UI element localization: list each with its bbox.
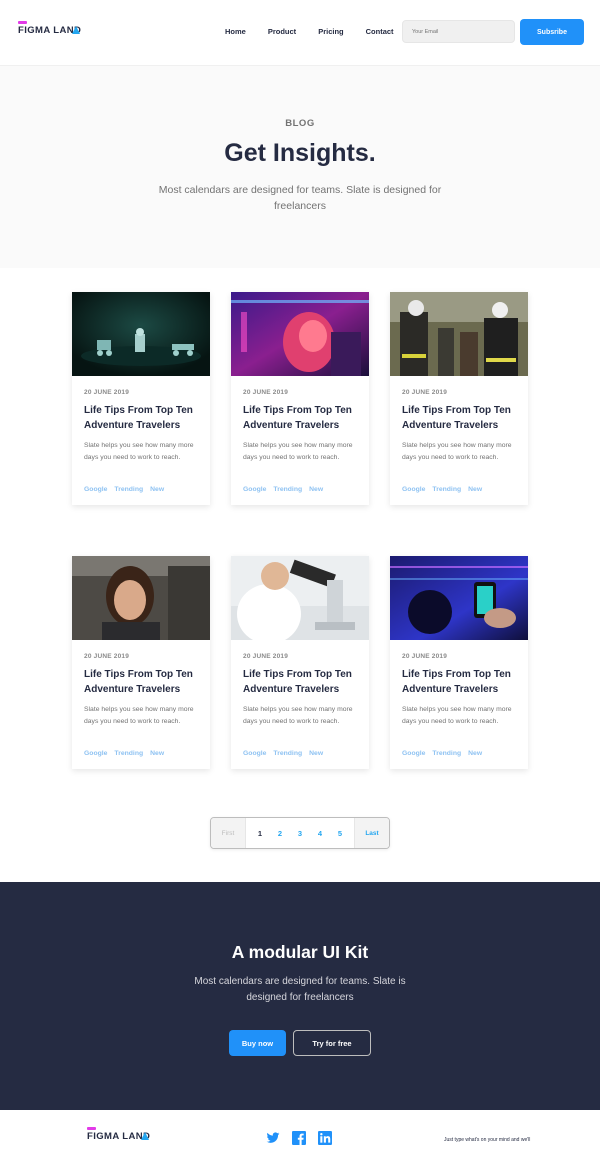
blog-card[interactable]: 20 JUNE 2019 Life Tips From Top Ten Adve…: [390, 556, 528, 769]
post-date: 20 JUNE 2019: [402, 653, 448, 660]
cta-section: A modular UI Kit Most calendars are desi…: [0, 882, 600, 1110]
post-image[interactable]: [390, 556, 528, 640]
pagination-pages: 1 2 3 4 5: [246, 818, 354, 848]
tag-link[interactable]: Google: [402, 486, 425, 493]
site-header: FIGMA LAND Home Product Pricing Contact …: [0, 0, 600, 65]
tag-link[interactable]: Google: [402, 750, 425, 757]
page-button-4[interactable]: 4: [318, 829, 322, 838]
tag-link[interactable]: New: [468, 486, 482, 493]
blog-card[interactable]: 20 JUNE 2019 Life Tips From Top Ten Adve…: [72, 292, 210, 505]
blog-card[interactable]: 20 JUNE 2019 Life Tips From Top Ten Adve…: [72, 556, 210, 769]
post-tags: Google Trending New: [243, 486, 330, 493]
page-title: Get Insights.: [224, 139, 376, 167]
cta-title: A modular UI Kit: [231, 942, 369, 962]
tag-link[interactable]: New: [150, 486, 164, 493]
footer-note: Just type what's on your mind and we'll: [444, 1137, 531, 1143]
email-field[interactable]: [402, 20, 515, 43]
logo-triangle-icon: [141, 1132, 149, 1140]
post-tags: Google Trending New: [84, 750, 171, 757]
post-image[interactable]: [231, 556, 369, 640]
post-date: 20 JUNE 2019: [84, 389, 130, 396]
post-title[interactable]: Life Tips From Top Ten Adventure Travele…: [84, 667, 206, 697]
post-excerpt: Slate helps you see how many more days y…: [243, 442, 353, 461]
post-image[interactable]: [72, 556, 210, 640]
facebook-icon[interactable]: [292, 1131, 306, 1145]
nav-item-pricing[interactable]: Pricing: [318, 27, 343, 36]
post-image[interactable]: [390, 292, 528, 376]
tag-link[interactable]: Trending: [114, 750, 143, 757]
logo-accent-bar: [18, 21, 27, 24]
nav-item-product[interactable]: Product: [268, 27, 296, 36]
post-date: 20 JUNE 2019: [243, 389, 289, 396]
page-button-5[interactable]: 5: [338, 829, 342, 838]
tag-link[interactable]: Google: [84, 750, 107, 757]
post-tags: Google Trending New: [243, 750, 330, 757]
post-title[interactable]: Life Tips From Top Ten Adventure Travele…: [243, 667, 365, 697]
post-tags: Google Trending New: [402, 750, 489, 757]
tag-link[interactable]: Trending: [273, 750, 302, 757]
tag-link[interactable]: New: [468, 750, 482, 757]
post-excerpt: Slate helps you see how many more days y…: [84, 706, 194, 725]
tag-link[interactable]: Trending: [114, 486, 143, 493]
post-excerpt: Slate helps you see how many more days y…: [84, 442, 194, 461]
nav-item-contact[interactable]: Contact: [366, 27, 394, 36]
nav-item-home[interactable]: Home: [225, 27, 246, 36]
twitter-icon[interactable]: [266, 1131, 280, 1145]
tag-link[interactable]: Trending: [432, 486, 461, 493]
post-image[interactable]: [72, 292, 210, 376]
hero-section: BLOG Get Insights. Most calendars are de…: [0, 65, 600, 268]
post-title[interactable]: Life Tips From Top Ten Adventure Travele…: [402, 403, 524, 433]
post-date: 20 JUNE 2019: [243, 653, 289, 660]
main-nav: Home Product Pricing Contact: [225, 27, 416, 36]
logo-triangle-icon: [72, 26, 80, 34]
pagination-first-button[interactable]: First: [211, 818, 246, 848]
post-tags: Google Trending New: [402, 486, 489, 493]
post-title[interactable]: Life Tips From Top Ten Adventure Travele…: [84, 403, 206, 433]
page-button-1[interactable]: 1: [258, 829, 262, 838]
page-button-2[interactable]: 2: [278, 829, 282, 838]
post-excerpt: Slate helps you see how many more days y…: [402, 706, 512, 725]
blog-card[interactable]: 20 JUNE 2019 Life Tips From Top Ten Adve…: [390, 292, 528, 505]
post-date: 20 JUNE 2019: [84, 653, 130, 660]
post-excerpt: Slate helps you see how many more days y…: [243, 706, 353, 725]
brand-logo[interactable]: FIGMA LAND: [18, 21, 98, 39]
tag-link[interactable]: Trending: [432, 750, 461, 757]
tag-link[interactable]: Google: [84, 486, 107, 493]
logo-accent-bar: [87, 1127, 96, 1130]
try-for-free-button[interactable]: Try for free: [293, 1030, 371, 1056]
tag-link[interactable]: New: [309, 486, 323, 493]
site-footer: FIGMA LAND Just type what's on your mind…: [0, 1110, 600, 1166]
hero-subtitle: Most calendars are designed for teams. S…: [158, 184, 442, 212]
post-title[interactable]: Life Tips From Top Ten Adventure Travele…: [243, 403, 365, 433]
tag-link[interactable]: New: [309, 750, 323, 757]
post-tags: Google Trending New: [84, 486, 171, 493]
tag-link[interactable]: Trending: [273, 486, 302, 493]
pagination: First 1 2 3 4 5 Last: [210, 817, 390, 849]
blog-card[interactable]: 20 JUNE 2019 Life Tips From Top Ten Adve…: [231, 556, 369, 769]
social-links: [266, 1131, 332, 1145]
cta-subtitle: Most calendars are designed for teams. S…: [194, 976, 406, 1003]
post-title[interactable]: Life Tips From Top Ten Adventure Travele…: [402, 667, 524, 697]
subscribe-button[interactable]: Subsribe: [520, 19, 584, 45]
tag-link[interactable]: Google: [243, 486, 266, 493]
post-date: 20 JUNE 2019: [402, 389, 448, 396]
post-excerpt: Slate helps you see how many more days y…: [402, 442, 512, 461]
page-button-3[interactable]: 3: [298, 829, 302, 838]
tag-link[interactable]: Google: [243, 750, 266, 757]
hero-kicker: BLOG: [285, 118, 315, 129]
linkedin-icon[interactable]: [318, 1131, 332, 1145]
blog-card[interactable]: 20 JUNE 2019 Life Tips From Top Ten Adve…: [231, 292, 369, 505]
post-image[interactable]: [231, 292, 369, 376]
buy-now-button[interactable]: Buy now: [229, 1030, 286, 1056]
pagination-last-button[interactable]: Last: [354, 818, 389, 848]
footer-logo[interactable]: FIGMA LAND: [87, 1127, 167, 1145]
tag-link[interactable]: New: [150, 750, 164, 757]
